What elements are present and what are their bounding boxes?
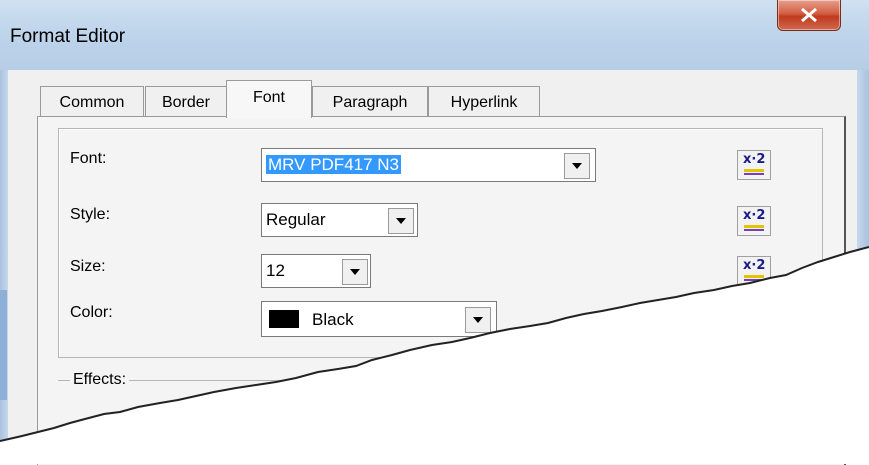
pencil-bar <box>744 169 764 172</box>
color-swatch <box>269 310 299 328</box>
style-reset-button[interactable]: x·2 <box>737 206 771 236</box>
window-border-left <box>0 70 8 464</box>
font-dropdown-button[interactable] <box>564 153 590 179</box>
tab-common[interactable]: Common <box>40 86 144 118</box>
tab-label: Hyperlink <box>450 94 518 111</box>
background-window-edge <box>0 290 7 400</box>
style-value: Regular <box>266 210 326 229</box>
style-dropdown-button[interactable] <box>388 208 414 234</box>
size-combobox[interactable]: 12 <box>261 254 371 288</box>
size-dropdown-button[interactable] <box>342 259 368 285</box>
font-value: MRV PDF417 N3 <box>266 155 402 175</box>
close-icon <box>801 7 817 23</box>
color-combobox[interactable]: Black <box>261 301 497 337</box>
pencil-bar <box>744 279 764 281</box>
font-selected-text: MRV PDF417 N3 <box>266 155 402 174</box>
style-label: Style: <box>70 206 111 223</box>
x2-reset-icon: x·2 <box>743 258 766 273</box>
pencil-bar <box>744 173 764 175</box>
x2-reset-icon: x·2 <box>743 208 766 223</box>
pencil-bar <box>744 225 764 228</box>
size-label: Size: <box>70 258 106 275</box>
tab-label: Common <box>59 94 125 111</box>
font-reset-button[interactable]: x·2 <box>737 150 771 180</box>
format-editor-window: Format Editor Common Border Font Paragra… <box>0 0 869 465</box>
tab-hyperlink[interactable]: Hyperlink <box>428 86 540 118</box>
color-dropdown-button[interactable] <box>465 307 491 333</box>
effects-group-border <box>58 380 828 381</box>
tab-border[interactable]: Border <box>145 86 227 118</box>
x2-reset-icon: x·2 <box>743 152 766 167</box>
window-border-right <box>857 70 869 464</box>
size-reset-button[interactable]: x·2 <box>737 256 771 286</box>
color-label: Color: <box>70 304 113 321</box>
style-combobox[interactable]: Regular <box>261 203 418 237</box>
color-value: Black <box>312 310 354 329</box>
font-combobox[interactable]: MRV PDF417 N3 <box>261 148 596 182</box>
pencil-bar <box>744 229 764 231</box>
tab-paragraph[interactable]: Paragraph <box>312 86 428 118</box>
font-label: Font: <box>70 150 107 167</box>
close-button[interactable] <box>777 0 841 31</box>
tab-label: Font <box>252 89 285 106</box>
tab-label: Border <box>161 94 211 111</box>
size-value: 12 <box>266 261 285 280</box>
pencil-bar <box>744 275 764 278</box>
tab-font[interactable]: Font <box>226 80 312 118</box>
tab-label: Paragraph <box>332 94 408 111</box>
title-bar: Format Editor <box>0 0 869 70</box>
window-title: Format Editor <box>10 26 126 47</box>
window-frame: Format Editor Common Border Font Paragra… <box>0 0 869 465</box>
effects-group-label: Effects: <box>70 371 130 389</box>
